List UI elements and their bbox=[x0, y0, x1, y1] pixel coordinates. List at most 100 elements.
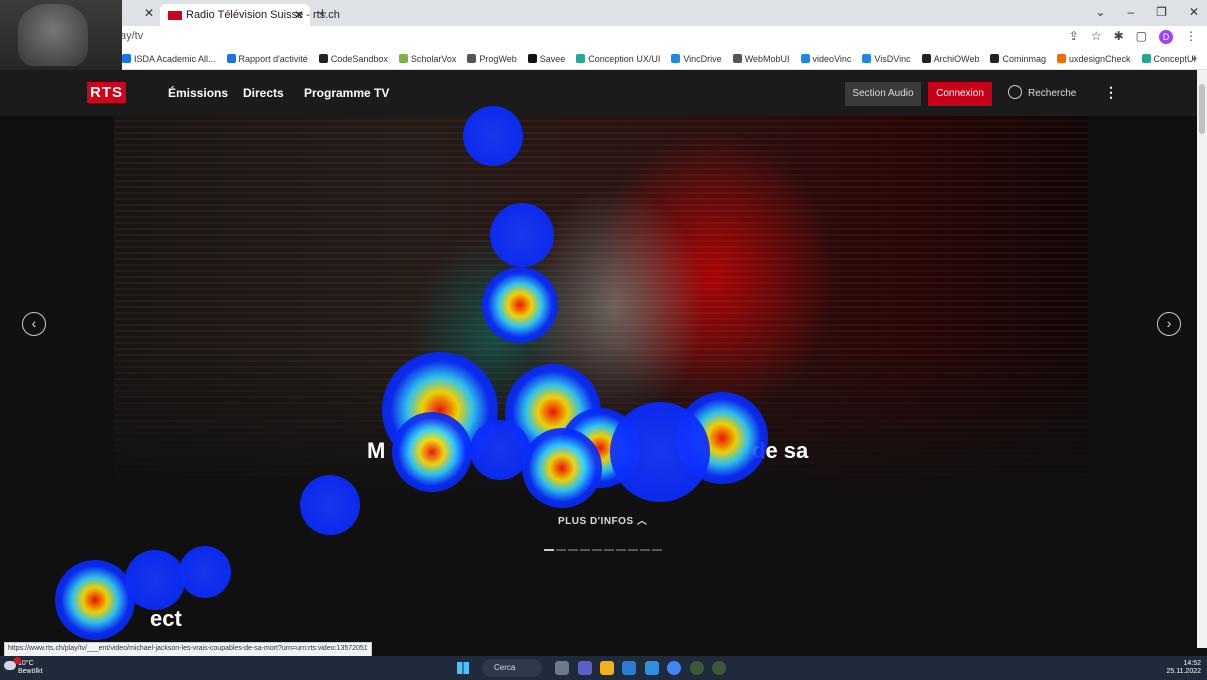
bookmark-item[interactable]: CodeSandbox bbox=[318, 54, 388, 64]
bookmarks-bar: ISDA Academic All... Rapport d'activité Co… bbox=[0, 48, 1207, 70]
weather-desc: Bewölkt bbox=[18, 668, 43, 675]
task-view-icon[interactable] bbox=[555, 661, 569, 675]
app-icon-2[interactable] bbox=[712, 661, 726, 675]
more-bookmarks-icon[interactable]: » bbox=[1191, 53, 1197, 64]
start-button[interactable] bbox=[457, 662, 469, 674]
carousel-dot[interactable] bbox=[580, 549, 590, 551]
nav-programme-tv[interactable]: Programme TV bbox=[304, 86, 389, 100]
bookmark-item[interactable]: ArchiOWeb bbox=[921, 54, 979, 64]
bookmark-item[interactable]: Rapport d'activité bbox=[226, 54, 308, 64]
bookmark-item[interactable]: ProgWeb bbox=[467, 54, 517, 64]
carousel-dot[interactable] bbox=[556, 549, 566, 551]
nav-directs[interactable]: Directs bbox=[243, 86, 284, 100]
bookmark-icon bbox=[671, 54, 681, 63]
profile-avatar[interactable]: D bbox=[1159, 30, 1173, 44]
more-menu-icon[interactable]: ⋮ bbox=[1104, 84, 1118, 101]
bookmark-icon bbox=[226, 54, 236, 63]
carousel-dot[interactable] bbox=[568, 549, 578, 551]
rts-page: RTS Émissions Directs Programme TV Secti… bbox=[0, 70, 1197, 648]
mail-icon[interactable] bbox=[645, 661, 659, 675]
bookmark-item[interactable]: uxdesignCheck bbox=[1056, 54, 1131, 64]
carousel-prev-button[interactable]: ‹ bbox=[22, 312, 46, 336]
taskbar: 10°C Bewölkt Cerca 14:52 25.11.2022 bbox=[0, 656, 1207, 680]
scrollbar-thumb[interactable] bbox=[1199, 84, 1205, 134]
chat-icon[interactable] bbox=[578, 661, 592, 675]
page-scrollbar[interactable] bbox=[1197, 70, 1207, 648]
app-icon[interactable] bbox=[690, 661, 704, 675]
close-window-button[interactable]: ✕ bbox=[1189, 5, 1199, 19]
chevron-up-icon: ︿ bbox=[636, 516, 648, 527]
carousel-dot[interactable] bbox=[616, 549, 626, 551]
tab-previous[interactable]: ✕ bbox=[118, 6, 158, 22]
bookmark-icon bbox=[800, 54, 810, 63]
bookmark-item[interactable]: Conception UX/UI bbox=[576, 54, 660, 64]
carousel-dot[interactable] bbox=[628, 549, 638, 551]
bookmark-icon bbox=[921, 54, 931, 63]
sidepanel-icon[interactable]: ▢ bbox=[1136, 29, 1147, 43]
close-tab-icon[interactable]: ✕ bbox=[144, 6, 154, 20]
bookmark-icon bbox=[467, 54, 477, 63]
login-button[interactable]: Connexion bbox=[928, 82, 992, 106]
minimize-button[interactable]: – bbox=[1127, 5, 1134, 19]
bookmark-item[interactable]: Cominmag bbox=[990, 54, 1046, 64]
carousel-dot[interactable] bbox=[640, 549, 650, 551]
window-controls: ⌄ – ❐ ✕ bbox=[1073, 5, 1199, 19]
section-audio-button[interactable]: Section Audio bbox=[845, 82, 921, 106]
hero-image[interactable] bbox=[114, 116, 1088, 500]
bookmark-icon bbox=[1141, 54, 1151, 63]
carousel-dot[interactable] bbox=[652, 549, 662, 551]
bookmark-item[interactable]: ScholarVox bbox=[398, 54, 456, 64]
bookmark-item[interactable]: ConceptUI bbox=[1141, 54, 1196, 64]
store-icon[interactable] bbox=[622, 661, 636, 675]
rts-logo[interactable]: RTS bbox=[84, 82, 126, 103]
restore-button[interactable]: ❐ bbox=[1156, 5, 1167, 19]
system-clock[interactable]: 14:52 25.11.2022 bbox=[1166, 660, 1201, 676]
taskbar-search[interactable]: Cerca bbox=[482, 659, 542, 677]
bookmark-item[interactable]: VincDrive bbox=[671, 54, 722, 64]
webcam-face bbox=[18, 4, 88, 68]
tab-label: Radio Télévision Suisse - rts.ch bbox=[186, 9, 340, 21]
clock-date: 25.11.2022 bbox=[1166, 668, 1201, 675]
bookmark-item[interactable]: VisDVinc bbox=[862, 54, 911, 64]
bookmark-list: ISDA Academic All... Rapport d'activité Co… bbox=[122, 54, 1207, 64]
bookmark-icon bbox=[990, 54, 1000, 63]
section-title: ect bbox=[150, 606, 182, 631]
nav-emissions[interactable]: Émissions bbox=[168, 86, 228, 100]
carousel-dot[interactable] bbox=[604, 549, 614, 551]
weather-widget[interactable]: 10°C Bewölkt bbox=[4, 657, 43, 676]
status-url-tooltip: https://www.rts.ch/play/tv/___ent/video/… bbox=[4, 642, 372, 657]
carousel-dot[interactable] bbox=[592, 549, 602, 551]
chrome-icon[interactable] bbox=[667, 661, 681, 675]
bookmark-item[interactable]: WebMobUI bbox=[732, 54, 790, 64]
hero-title-start: M bbox=[367, 438, 386, 463]
bookmark-icon bbox=[1056, 54, 1066, 63]
bookmark-item[interactable]: Savee bbox=[527, 54, 565, 64]
share-icon[interactable]: ⇪ bbox=[1069, 29, 1079, 43]
search-icon[interactable] bbox=[1008, 85, 1022, 99]
bookmark-item[interactable]: ISDA Academic All... bbox=[122, 54, 216, 64]
close-tab-icon[interactable]: ✕ bbox=[294, 8, 304, 22]
extensions-icon[interactable]: ✱ bbox=[1114, 29, 1124, 43]
rts-favicon-icon bbox=[168, 10, 182, 20]
more-info-button[interactable]: PLUS D'INFOS ︿ bbox=[558, 512, 647, 527]
file-explorer-icon[interactable] bbox=[600, 661, 614, 675]
bookmark-icon bbox=[398, 54, 408, 63]
hero-fade bbox=[114, 350, 1088, 500]
weather-temp: 10°C bbox=[18, 660, 34, 667]
new-tab-button[interactable]: + bbox=[318, 5, 327, 22]
bookmark-item[interactable]: videoVinc bbox=[800, 54, 851, 64]
menu-icon[interactable]: ⋮ bbox=[1185, 29, 1197, 43]
tab-rts[interactable]: Radio Télévision Suisse - rts.ch ✕ bbox=[160, 4, 340, 26]
notification-badge bbox=[14, 657, 21, 664]
clock-time: 14:52 bbox=[1183, 660, 1201, 667]
url-field[interactable]: ay/tv bbox=[120, 30, 143, 42]
carousel-dot[interactable] bbox=[544, 549, 554, 551]
toolbar-icons: ⇪ ☆ ✱ ▢ D ⋮ bbox=[1057, 29, 1197, 44]
bookmark-icon bbox=[318, 54, 328, 63]
search-label[interactable]: Recherche bbox=[1028, 88, 1076, 99]
bookmark-icon bbox=[732, 54, 742, 63]
hero-title[interactable]: M de sa bbox=[367, 438, 808, 464]
bookmark-star-icon[interactable]: ☆ bbox=[1091, 29, 1102, 43]
tab-search-icon[interactable]: ⌄ bbox=[1095, 5, 1105, 19]
carousel-next-button[interactable]: › bbox=[1157, 312, 1181, 336]
